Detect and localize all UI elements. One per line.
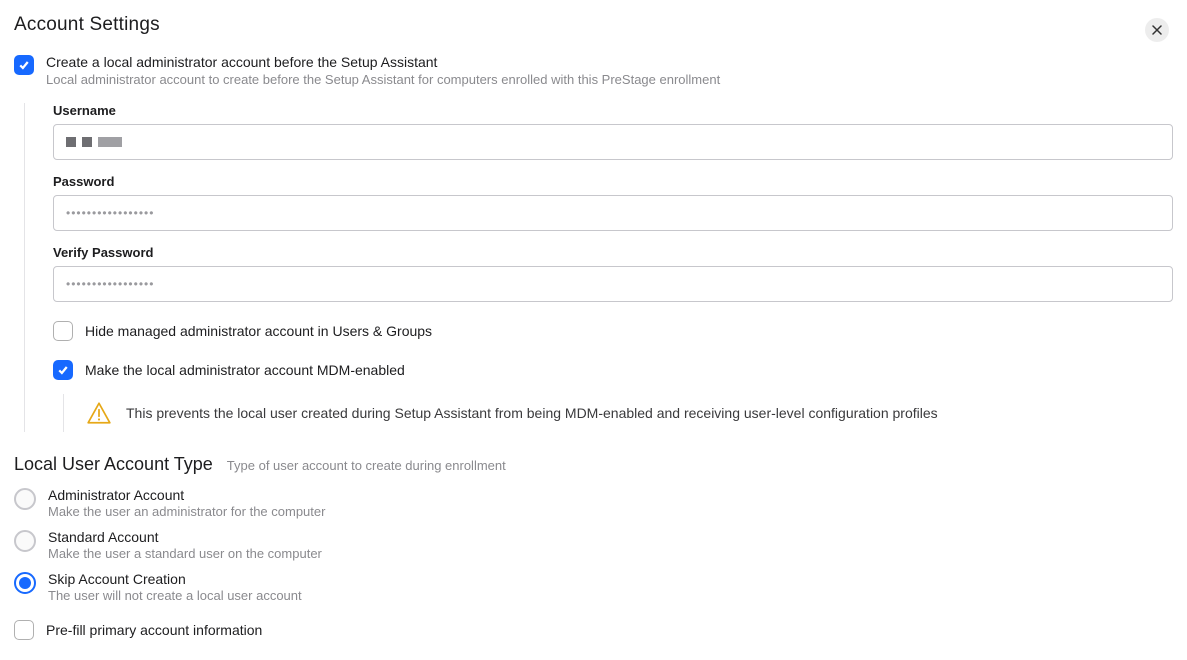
username-value-redacted: [66, 137, 122, 147]
prefill-label: Pre-fill primary account information: [46, 622, 262, 638]
radio-standard-account[interactable]: [14, 530, 36, 552]
hide-managed-label: Hide managed administrator account in Us…: [85, 323, 432, 339]
prefill-checkbox[interactable]: [14, 620, 34, 640]
close-icon: [1152, 25, 1162, 35]
password-input[interactable]: [53, 195, 1173, 231]
verify-password-label: Verify Password: [53, 245, 1173, 260]
verify-password-input[interactable]: [53, 266, 1173, 302]
warning-icon: [86, 400, 112, 426]
username-input[interactable]: [53, 124, 1173, 160]
radio-standard-label: Standard Account: [48, 529, 322, 545]
radio-skip-desc: The user will not create a local user ac…: [48, 588, 302, 603]
radio-skip-label: Skip Account Creation: [48, 571, 302, 587]
hide-managed-checkbox[interactable]: [53, 321, 73, 341]
page-title: Account Settings: [14, 14, 160, 36]
account-type-desc: Type of user account to create during en…: [227, 458, 506, 473]
check-icon: [18, 59, 30, 71]
password-label: Password: [53, 174, 1173, 189]
check-icon: [57, 364, 69, 376]
account-type-title: Local User Account Type: [14, 454, 213, 475]
username-label: Username: [53, 103, 1173, 118]
radio-standard-desc: Make the user a standard user on the com…: [48, 546, 322, 561]
radio-admin-desc: Make the user an administrator for the c…: [48, 504, 325, 519]
close-button[interactable]: [1145, 18, 1169, 42]
create-admin-checkbox[interactable]: [14, 55, 34, 75]
mdm-warning-text: This prevents the local user created dur…: [126, 405, 938, 421]
radio-admin-account[interactable]: [14, 488, 36, 510]
create-admin-label: Create a local administrator account bef…: [46, 54, 720, 70]
radio-admin-label: Administrator Account: [48, 487, 325, 503]
mdm-enabled-label: Make the local administrator account MDM…: [85, 362, 405, 378]
create-admin-desc: Local administrator account to create be…: [46, 72, 720, 87]
mdm-enabled-checkbox[interactable]: [53, 360, 73, 380]
radio-skip-account[interactable]: [14, 572, 36, 594]
